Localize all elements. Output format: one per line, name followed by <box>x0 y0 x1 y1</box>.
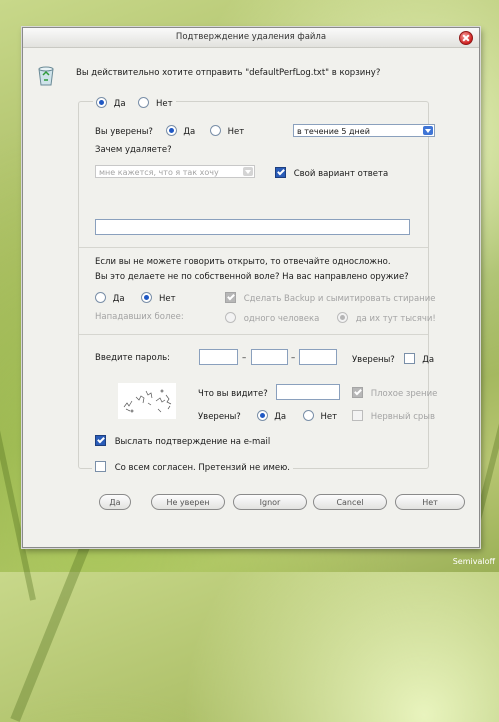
nervous-row: Нервный срыв <box>352 410 435 422</box>
radio-no[interactable] <box>138 97 150 108</box>
password-dash: – <box>291 353 296 363</box>
password-sure-label: Уверены? <box>352 355 395 365</box>
chevron-down-icon <box>243 167 253 176</box>
honest-yes-radio[interactable] <box>95 292 106 303</box>
honest-line1: Если вы не можете говорить открыто, то о… <box>95 257 391 267</box>
yes-button[interactable]: Да <box>99 494 131 510</box>
ignore-button[interactable]: Ignor <box>233 494 307 510</box>
divider <box>79 247 428 248</box>
bad-vision-row: Плохое зрение <box>352 387 437 399</box>
attackers-many-radio[interactable] <box>337 312 348 323</box>
agree-checkbox[interactable] <box>95 461 106 472</box>
top-radio-group: Да Нет <box>93 97 176 109</box>
honest-no-radio[interactable] <box>141 292 153 303</box>
password-field-2[interactable] <box>251 349 288 365</box>
sure-label: Вы уверены? <box>95 127 153 137</box>
what-see-label: Что вы видите? <box>198 389 268 399</box>
captcha-sure-row: Уверены? Да Нет <box>198 410 337 422</box>
backup-row: Сделать Backup и сымитировать стирание <box>225 292 435 304</box>
titlebar: Подтверждение удаления файла <box>23 28 479 48</box>
reason-value: мне кажется, что я так хочу <box>99 168 219 177</box>
sure-no-radio[interactable] <box>209 125 221 136</box>
options-panel: Да Нет Вы уверены? Да Нет в течение 5 дн… <box>78 97 437 473</box>
why-label: Зачем удаляете? <box>92 145 175 155</box>
sure-no-label: Нет <box>227 127 245 137</box>
own-answer-row: Свой вариант ответа <box>275 167 388 179</box>
own-answer-checkbox[interactable] <box>275 167 286 178</box>
no-button[interactable]: Нет <box>395 494 465 510</box>
password-sure-yes: Да <box>422 355 435 365</box>
honest-yes-label: Да <box>112 294 125 304</box>
password-label: Введите пароль: <box>95 353 171 363</box>
captcha-no-radio[interactable] <box>302 410 314 421</box>
email-row: Выслать подтверждение на e-mail <box>95 435 270 447</box>
attackers-label: Нападавших более: <box>95 312 184 322</box>
password-dash: – <box>242 353 247 363</box>
radio-yes[interactable] <box>96 97 107 108</box>
sure-row: Вы уверены? Да Нет <box>95 125 244 137</box>
question-text: Вы действительно хотите отправить "defau… <box>76 68 381 78</box>
captcha-input[interactable] <box>276 384 340 400</box>
attackers-many: да их тут тысячи! <box>337 312 436 324</box>
captcha-no-label: Нет <box>320 412 338 422</box>
captcha-yes-label: Да <box>274 412 287 422</box>
backup-label: Сделать Backup и сымитировать стирание <box>243 294 436 304</box>
radio-no-label: Нет <box>155 99 173 109</box>
sure-yes-label: Да <box>183 127 196 137</box>
backup-checkbox[interactable] <box>225 292 236 303</box>
author-signature: Semivaloff <box>452 557 495 566</box>
window-title: Подтверждение удаления файла <box>175 32 327 42</box>
sure-yes-radio[interactable] <box>165 125 177 136</box>
agree-label: Со всем согласен. Претензий не имею. <box>114 463 290 473</box>
honest-radio-row: Да Нет <box>95 292 176 304</box>
own-answer-label: Свой вариант ответа <box>293 169 389 179</box>
nervous-checkbox[interactable] <box>352 410 363 421</box>
attackers-one-radio[interactable] <box>225 312 236 323</box>
password-field-1[interactable] <box>199 349 238 365</box>
attackers-many-label: да их тут тысячи! <box>355 314 436 324</box>
chevron-down-icon <box>423 126 433 135</box>
own-answer-input[interactable] <box>95 219 410 235</box>
captcha-yes-radio[interactable] <box>256 410 268 421</box>
bad-vision-label: Плохое зрение <box>370 389 438 399</box>
unsure-button[interactable]: Не уверен <box>151 494 225 510</box>
bad-vision-checkbox[interactable] <box>352 387 363 398</box>
recycle-bin-icon <box>38 66 54 86</box>
password-field-3[interactable] <box>299 349 337 365</box>
confirm-delete-dialog: Подтверждение удаления файла Вы действит… <box>22 27 480 548</box>
agree-row: Со всем согласен. Претензий не имею. <box>92 461 293 473</box>
honest-line2: Вы это делаете не по собственной воле? Н… <box>95 272 409 282</box>
email-checkbox[interactable] <box>95 435 106 446</box>
cancel-button[interactable]: Cancel <box>313 494 387 510</box>
period-select[interactable]: в течение 5 дней <box>293 124 435 137</box>
period-value: в течение 5 дней <box>297 127 370 136</box>
nervous-label: Нервный срыв <box>370 412 436 422</box>
divider <box>79 334 428 335</box>
email-label: Выслать подтверждение на e-mail <box>114 437 271 447</box>
attackers-one: одного человека <box>225 312 319 324</box>
honest-no-label: Нет <box>158 294 176 304</box>
password-sure-checkbox[interactable] <box>403 353 415 364</box>
captcha-image <box>118 383 176 419</box>
captcha-sure-label: Уверены? <box>198 412 241 422</box>
password-sure-row: Уверены? Да <box>352 353 434 365</box>
close-icon[interactable] <box>459 31 473 45</box>
reason-select[interactable]: мне кажется, что я так хочу <box>95 165 255 178</box>
attackers-one-label: одного человека <box>243 314 320 324</box>
radio-yes-label: Да <box>113 99 126 109</box>
